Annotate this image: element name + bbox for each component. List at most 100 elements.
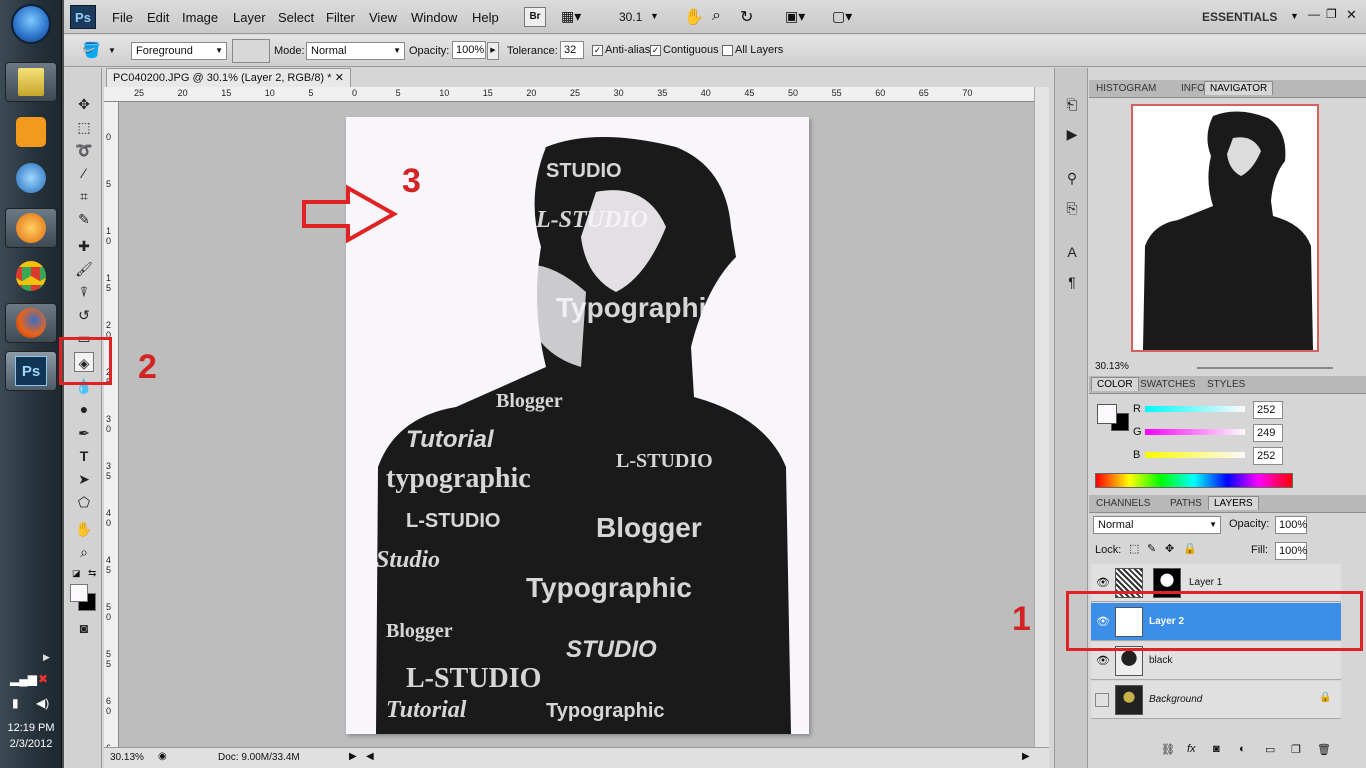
screen-mode-icon[interactable]: ▢▾ [832, 8, 852, 25]
tray-expand-icon[interactable]: ▶ [43, 652, 50, 663]
document-tab[interactable]: PC040200.JPG @ 30.1% (Layer 2, RGB/8) * … [106, 68, 351, 87]
contiguous-checkbox[interactable]: ✓ [650, 45, 661, 56]
navigator-thumbnail[interactable] [1131, 104, 1319, 352]
opacity-slider-toggle[interactable]: ▶ [487, 42, 499, 60]
volume-icon[interactable]: ◀) [36, 696, 49, 710]
history-brush-tool-icon[interactable]: ↺ [74, 305, 94, 325]
magic-wand-tool-icon[interactable]: ⁄ [74, 163, 94, 183]
status-zoom[interactable]: 30.13% [110, 752, 144, 763]
fill-input[interactable]: 100% [1275, 542, 1307, 560]
hand-tool-icon[interactable]: ✋ [684, 7, 704, 27]
antialias-checkbox[interactable]: ✓ [592, 45, 603, 56]
visibility-eye-icon[interactable]: 👁 [1095, 576, 1111, 590]
menu-image[interactable]: Image [182, 10, 218, 25]
healing-brush-tool-icon[interactable]: ✚ [74, 236, 94, 256]
link-layers-icon[interactable]: ⛓ [1161, 743, 1175, 756]
character-panel-icon[interactable]: A [1062, 244, 1082, 264]
blue-input[interactable]: 252 [1253, 447, 1283, 465]
menu-layer[interactable]: Layer [233, 10, 266, 25]
green-input[interactable]: 249 [1253, 424, 1283, 442]
history-panel-icon[interactable]: ⎗ [1062, 96, 1082, 116]
signal-icon[interactable]: ▂▄▆ [10, 672, 37, 686]
document-canvas[interactable]: STUDIO L-STUDIO Typographic Blogger Tutorial… [346, 117, 809, 734]
path-selection-tool-icon[interactable]: ➤ [74, 469, 94, 489]
preset-dropdown-icon[interactable]: ▼ [108, 46, 116, 55]
workspace-switcher[interactable]: ESSENTIALS [1202, 10, 1277, 24]
lasso-tool-icon[interactable]: ➰ [74, 140, 94, 160]
brush-presets-icon[interactable]: ⚲ [1062, 170, 1082, 190]
start-button[interactable] [11, 4, 51, 44]
menu-select[interactable]: Select [278, 10, 314, 25]
adjustment-layer-icon[interactable]: ◐ [1239, 743, 1246, 755]
tab-color[interactable]: COLOR [1091, 377, 1139, 391]
minimize-icon[interactable]: — [1308, 7, 1320, 21]
tab-histogram[interactable]: HISTOGRAM [1091, 82, 1161, 95]
brush-tool-icon[interactable]: 🖌 [74, 259, 94, 279]
tab-layers[interactable]: LAYERS [1208, 496, 1259, 510]
opacity-input[interactable]: 100% [452, 41, 486, 59]
vertical-scrollbar[interactable] [1034, 87, 1049, 747]
zoom-dropdown-icon[interactable]: ▼ [650, 11, 659, 21]
taskbar-app-button[interactable] [5, 208, 57, 248]
paragraph-panel-icon[interactable]: ¶ [1062, 274, 1082, 294]
lock-all-icon[interactable]: 🔒 [1183, 542, 1197, 555]
arrange-documents-icon[interactable]: ▣▾ [785, 8, 805, 25]
taskbar-photoshop-button[interactable]: Ps [5, 351, 57, 391]
menu-file[interactable]: File [112, 10, 133, 25]
pen-tool-icon[interactable]: ✒ [74, 423, 94, 443]
foreground-color-swatch[interactable] [70, 584, 88, 602]
zoom-tool-icon[interactable]: ⌕ [712, 7, 721, 25]
taskbar-winamp-button[interactable] [5, 158, 57, 198]
menu-edit[interactable]: Edit [147, 10, 169, 25]
layer-style-icon[interactable]: fx [1187, 743, 1196, 755]
tab-channels[interactable]: CHANNELS [1091, 497, 1155, 510]
lock-pixels-icon[interactable]: ✎ [1147, 542, 1156, 555]
hscroll-left-icon[interactable]: ◀ [366, 751, 374, 762]
battery-icon[interactable]: ▮ [12, 696, 19, 710]
hscroll-right-icon[interactable]: ▶ [1022, 751, 1030, 762]
new-layer-icon[interactable]: ❐ [1291, 743, 1301, 756]
workspace-dropdown-icon[interactable]: ▼ [1290, 11, 1299, 21]
taskbar-folder-button[interactable] [5, 62, 57, 102]
type-tool-icon[interactable]: T [74, 446, 94, 466]
red-slider[interactable] [1145, 406, 1245, 412]
layer-opacity-input[interactable]: 100% [1275, 516, 1307, 534]
zoom-level[interactable]: 30.1 [619, 10, 642, 24]
menu-view[interactable]: View [369, 10, 397, 25]
hand-tool-icon[interactable]: ✋ [74, 519, 94, 539]
color-spectrum[interactable] [1095, 473, 1293, 488]
paint-bucket-preset-icon[interactable]: 🪣 [82, 41, 101, 59]
dodge-tool-icon[interactable]: ● [74, 399, 94, 419]
fill-source-select[interactable]: Foreground [131, 42, 227, 60]
clone-source-icon[interactable]: ⎘ [1062, 200, 1082, 220]
all-layers-checkbox[interactable] [722, 45, 733, 56]
close-window-icon[interactable]: ✕ [1346, 7, 1357, 23]
marquee-tool-icon[interactable]: ⬚ [74, 117, 94, 137]
visibility-eye-icon[interactable]: 👁 [1095, 654, 1111, 668]
bridge-button[interactable]: Br [524, 7, 546, 27]
status-menu-icon[interactable]: ▶ [349, 751, 357, 762]
pattern-picker[interactable] [232, 39, 270, 63]
minibridge-icon[interactable]: ▦▾ [561, 8, 581, 25]
lock-position-icon[interactable]: ✥ [1165, 542, 1174, 555]
delete-layer-icon[interactable]: 🗑 [1317, 743, 1331, 756]
shape-tool-icon[interactable]: ⬠ [74, 492, 94, 512]
menu-help[interactable]: Help [472, 10, 499, 25]
taskbar-media-button[interactable] [5, 112, 57, 152]
layer-row-background[interactable]: Background 🔒 [1091, 681, 1341, 719]
clone-stamp-tool-icon[interactable]: ⍒ [74, 282, 94, 302]
tab-styles[interactable]: STYLES [1202, 378, 1250, 391]
mode-select[interactable]: Normal [306, 42, 405, 60]
taskbar-firefox-button[interactable] [5, 303, 57, 343]
navigator-zoom-slider[interactable] [1197, 367, 1333, 369]
eyedropper-tool-icon[interactable]: ✎ [74, 209, 94, 229]
clock-date[interactable]: 2/3/2012 [0, 738, 62, 750]
add-mask-icon[interactable]: ◙ [1213, 743, 1220, 755]
tolerance-input[interactable]: 32 [560, 41, 584, 59]
default-colors-icon[interactable]: ◪ [72, 568, 81, 579]
menu-filter[interactable]: Filter [326, 10, 355, 25]
crop-tool-icon[interactable]: ⌗ [74, 186, 94, 206]
blue-slider[interactable] [1145, 452, 1245, 458]
lock-transparency-icon[interactable]: ⬚ [1129, 542, 1139, 555]
green-slider[interactable] [1145, 429, 1245, 435]
